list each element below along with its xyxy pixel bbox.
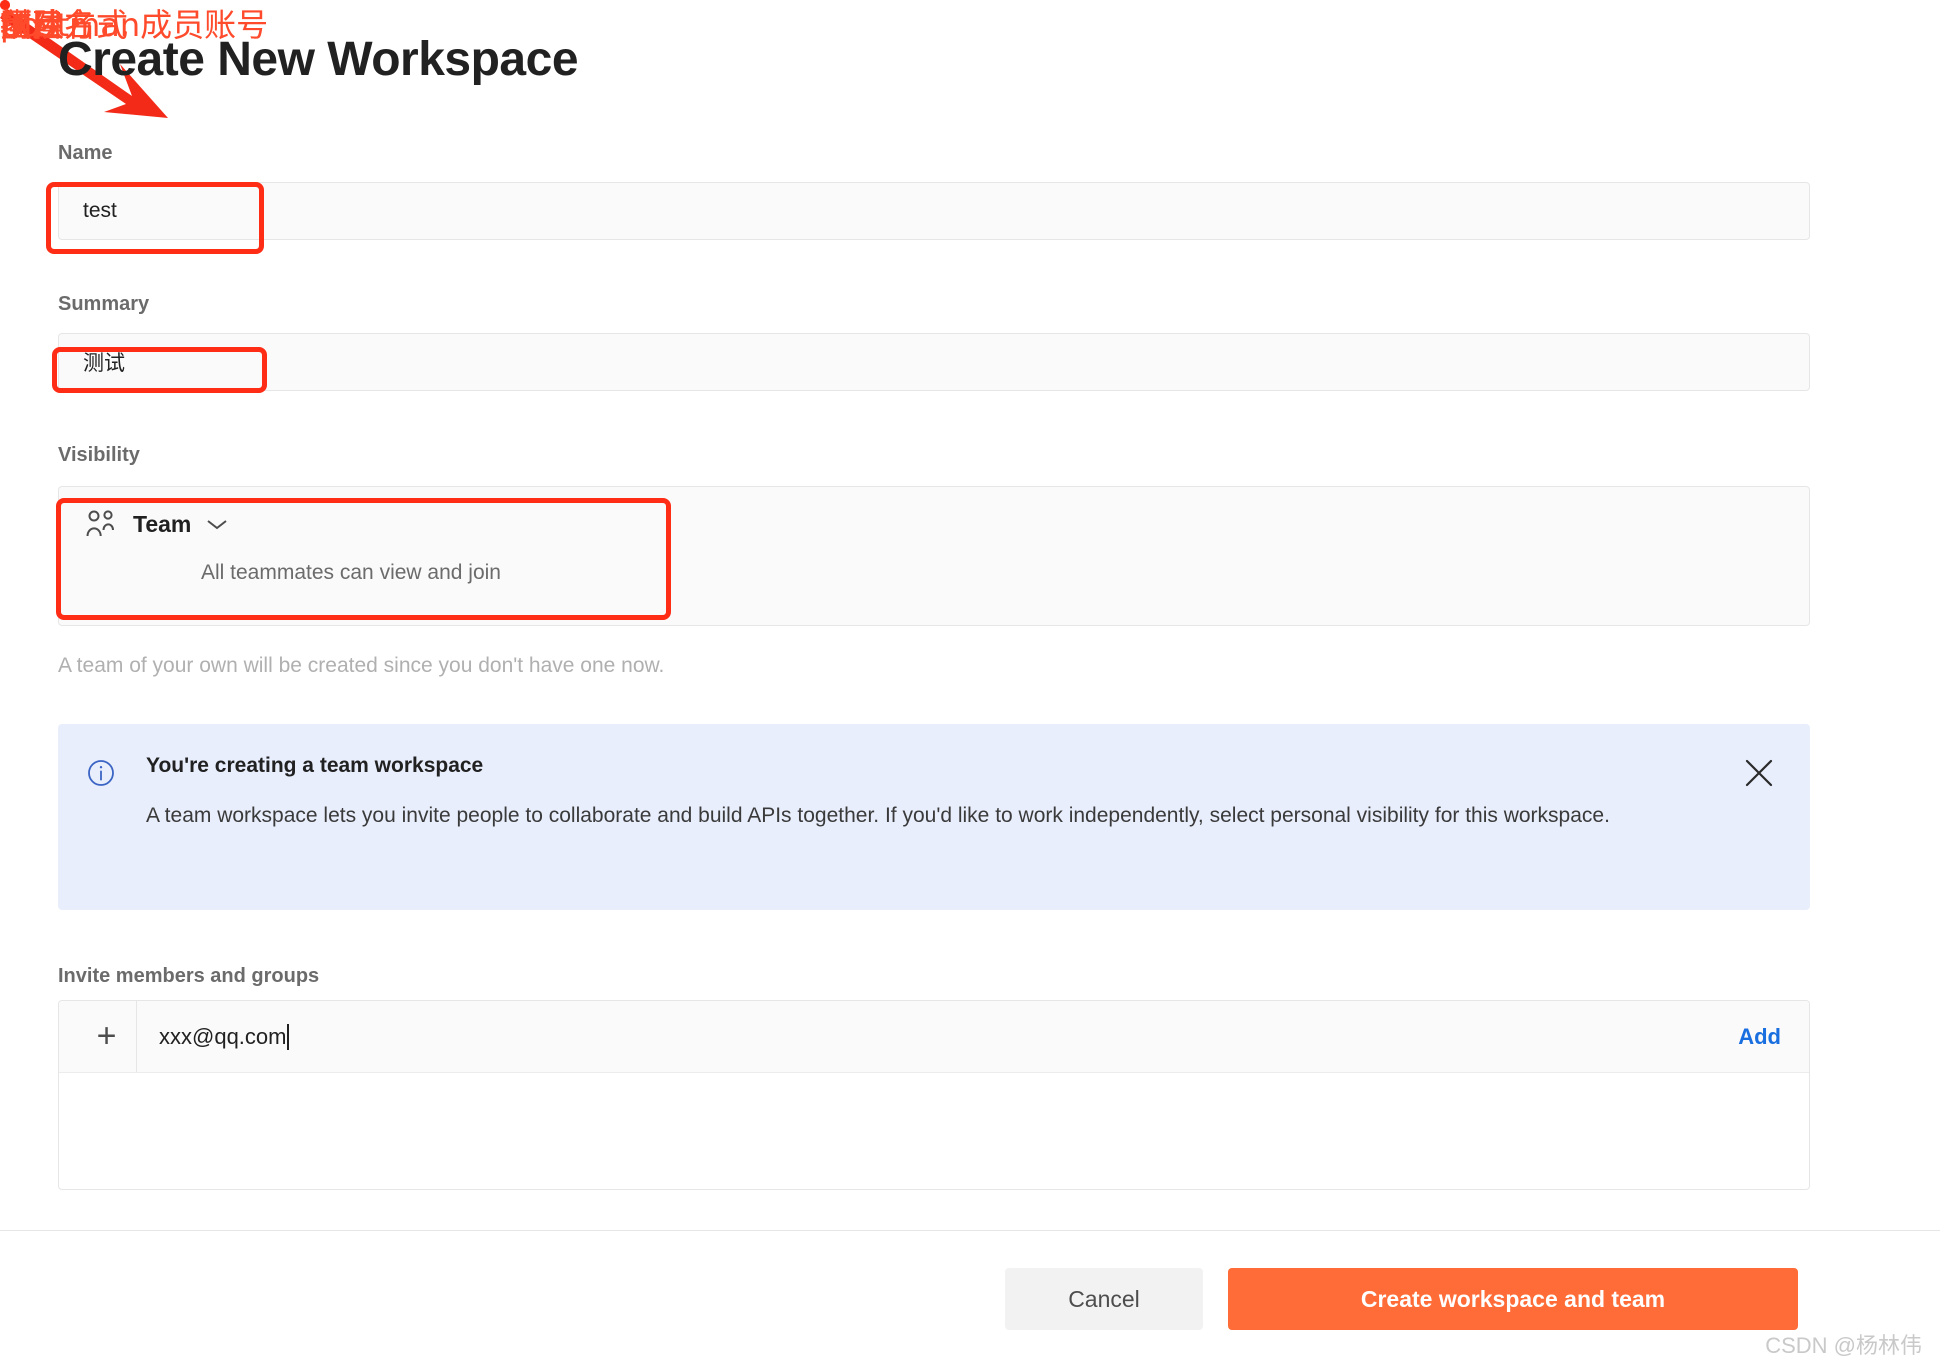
banner-body: A team workspace lets you invite people … (146, 804, 1610, 827)
text-caret (287, 1023, 290, 1050)
watermark: CSDN @杨林伟 (1765, 1333, 1922, 1358)
invite-label: Invite members and groups (58, 965, 320, 987)
people-icon (85, 509, 119, 539)
page-title: Create New Workspace (58, 33, 579, 86)
add-member-plus-icon[interactable]: + (77, 1001, 137, 1072)
chevron-down-icon[interactable] (205, 517, 229, 531)
summary-input[interactable]: 测试 (58, 333, 1810, 391)
invite-row[interactable]: + xxx@qq.com Add (59, 1001, 1809, 1073)
create-workspace-button[interactable]: Create workspace and team (1228, 1268, 1798, 1330)
name-input[interactable]: test (58, 182, 1810, 240)
visibility-selector[interactable]: Team All teammates can view and join (58, 486, 1810, 626)
name-input-value: test (83, 199, 117, 222)
info-icon (86, 758, 116, 793)
visibility-helper-text: A team of your own will be created since… (58, 654, 665, 677)
cancel-button[interactable]: Cancel (1005, 1268, 1203, 1330)
invite-members-box: + xxx@qq.com Add (58, 1000, 1810, 1190)
visibility-label: Visibility (58, 444, 140, 466)
invite-email-input[interactable]: xxx@qq.com (159, 1001, 290, 1072)
visibility-selected-label: Team (133, 510, 192, 537)
create-workspace-dialog: Create New Workspace Name test Summary 测… (0, 0, 1940, 1370)
footer-divider (0, 1230, 1940, 1231)
banner-title: You're creating a team workspace (146, 754, 484, 777)
add-button[interactable]: Add (1738, 1001, 1781, 1072)
name-label: Name (58, 142, 113, 164)
close-icon[interactable] (1742, 756, 1776, 790)
summary-input-value: 测试 (83, 352, 125, 375)
summary-label: Summary (58, 293, 150, 315)
visibility-description: All teammates can view and join (201, 561, 501, 584)
invite-email-value: xxx@qq.com (159, 1023, 287, 1049)
visibility-selected-row[interactable]: Team (85, 509, 229, 539)
